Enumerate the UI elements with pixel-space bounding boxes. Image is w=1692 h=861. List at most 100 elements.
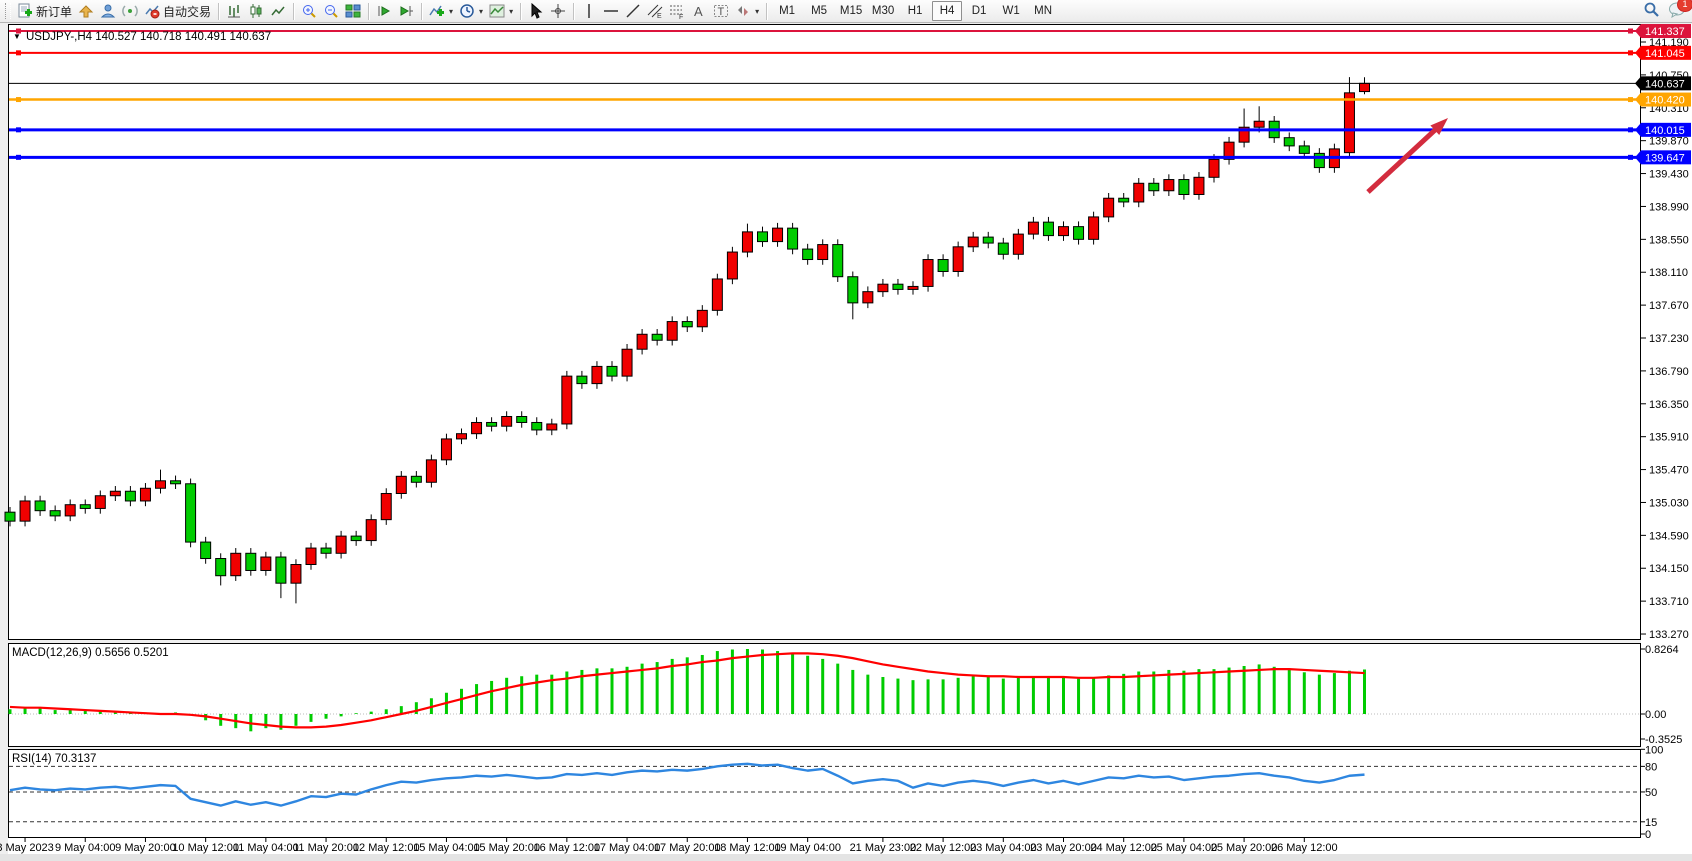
tab-timeframe-m15[interactable]: M15 bbox=[836, 1, 866, 21]
zoom-out-button[interactable] bbox=[320, 1, 342, 21]
arrows-button[interactable]: ▾ bbox=[732, 1, 762, 21]
signals-button[interactable] bbox=[119, 1, 141, 21]
chat-icon[interactable]: 1 bbox=[1668, 2, 1686, 21]
candle-body bbox=[231, 553, 241, 575]
auto-scroll-button[interactable] bbox=[373, 1, 395, 21]
candle-body bbox=[336, 536, 346, 553]
crosshair-button[interactable] bbox=[547, 1, 569, 21]
price-tick-label: 138.550 bbox=[1649, 234, 1689, 246]
toolbar-separator bbox=[218, 3, 219, 20]
line-handle bbox=[16, 155, 21, 160]
candle-body bbox=[592, 366, 602, 383]
candle-body bbox=[1043, 222, 1053, 235]
candle-body bbox=[1254, 121, 1264, 127]
candle-body bbox=[938, 260, 948, 272]
market-watch-button[interactable] bbox=[75, 1, 97, 21]
candle-body bbox=[848, 277, 858, 303]
indicators-button[interactable]: ▾ bbox=[426, 1, 456, 21]
search-icon[interactable] bbox=[1643, 1, 1660, 21]
price-badge-label: 141.045 bbox=[1645, 48, 1685, 60]
toolbar-separator bbox=[573, 3, 574, 20]
svg-text:E: E bbox=[657, 13, 662, 19]
horizontal-line-button[interactable] bbox=[600, 1, 622, 21]
tab-timeframe-h4[interactable]: H4 bbox=[932, 1, 962, 21]
candle-body bbox=[261, 557, 271, 570]
templates-button[interactable]: ▾ bbox=[486, 1, 516, 21]
templates-icon bbox=[489, 3, 505, 19]
community-button[interactable] bbox=[97, 1, 119, 21]
autotrade-button[interactable]: 自动交易 bbox=[141, 1, 214, 21]
bar-chart-button[interactable] bbox=[223, 1, 245, 21]
candle-body bbox=[968, 237, 978, 247]
candle-body bbox=[50, 511, 60, 516]
fibonacci-button[interactable]: F bbox=[666, 1, 688, 21]
text-label-button[interactable]: T bbox=[710, 1, 732, 21]
price-chart[interactable]: 141.190140.750140.310139.870139.430138.9… bbox=[0, 23, 1692, 861]
candle-body bbox=[1059, 227, 1069, 236]
candle-body bbox=[381, 493, 391, 519]
candle-body bbox=[246, 553, 256, 570]
date-label: 9 May 04:00 bbox=[55, 842, 116, 854]
candle-body bbox=[878, 284, 888, 291]
tab-timeframe-d1[interactable]: D1 bbox=[964, 1, 994, 21]
new-order-button[interactable]: 新订单 bbox=[14, 1, 75, 21]
candle-body bbox=[1089, 217, 1099, 239]
date-label: 8 May 2023 bbox=[0, 842, 54, 854]
bar-chart-icon bbox=[226, 3, 242, 19]
candle-body bbox=[457, 434, 467, 439]
candlestick-button[interactable] bbox=[245, 1, 267, 21]
toolbar-separator bbox=[766, 3, 767, 20]
price-tick-label: 133.270 bbox=[1649, 629, 1689, 641]
line-chart-button[interactable] bbox=[267, 1, 289, 21]
chevron-down-icon: ▾ bbox=[509, 7, 513, 16]
price-badge-label: 141.337 bbox=[1645, 26, 1685, 38]
candle-body bbox=[803, 249, 813, 259]
candle-body bbox=[637, 334, 647, 349]
rsi-tick-label: 0 bbox=[1645, 829, 1651, 841]
candle-body bbox=[833, 245, 843, 277]
date-label: 24 May 12:00 bbox=[1090, 842, 1157, 854]
rsi-tick-label: 15 bbox=[1645, 817, 1657, 829]
candle-body bbox=[1028, 222, 1038, 234]
candle-body bbox=[577, 376, 587, 383]
chart-title: USDJPY-,H4 140.527 140.718 140.491 140.6… bbox=[26, 31, 271, 43]
tab-timeframe-w1[interactable]: W1 bbox=[996, 1, 1026, 21]
price-tick-label: 137.230 bbox=[1649, 333, 1689, 345]
candle-body bbox=[758, 232, 768, 242]
arrows-icon bbox=[735, 3, 751, 19]
tab-timeframe-m5[interactable]: M5 bbox=[804, 1, 834, 21]
tile-windows-button[interactable] bbox=[342, 1, 364, 21]
fibonacci-icon: F bbox=[669, 3, 685, 19]
vertical-line-button[interactable] bbox=[578, 1, 600, 21]
toolbar-separator bbox=[520, 3, 521, 20]
equidistant-channel-button[interactable]: E bbox=[644, 1, 666, 21]
zoom-in-icon bbox=[301, 3, 317, 19]
tab-timeframe-m30[interactable]: M30 bbox=[868, 1, 898, 21]
price-tick-label: 138.110 bbox=[1649, 267, 1688, 279]
macd-tick-label: 0.00 bbox=[1645, 709, 1666, 721]
candle-body bbox=[547, 424, 557, 430]
candle-body bbox=[1299, 146, 1309, 153]
text-label-icon: T bbox=[713, 3, 729, 19]
candle-body bbox=[697, 310, 707, 326]
zoom-out-icon bbox=[323, 3, 339, 19]
community-icon bbox=[100, 3, 116, 19]
line-chart-icon bbox=[270, 3, 286, 19]
candle-body bbox=[1104, 198, 1114, 217]
candle-body bbox=[65, 505, 75, 516]
tab-timeframe-m1[interactable]: M1 bbox=[772, 1, 802, 21]
periods-button[interactable]: ▾ bbox=[456, 1, 486, 21]
price-tick-label: 134.590 bbox=[1649, 530, 1689, 542]
tab-timeframe-h1[interactable]: H1 bbox=[900, 1, 930, 21]
trendline-button[interactable] bbox=[622, 1, 644, 21]
chart-shift-button[interactable] bbox=[395, 1, 417, 21]
rsi-pane bbox=[9, 750, 1641, 838]
candle-body bbox=[682, 322, 692, 327]
candle-body bbox=[773, 228, 783, 241]
zoom-in-button[interactable] bbox=[298, 1, 320, 21]
cursor-button[interactable] bbox=[525, 1, 547, 21]
toolbar-separator bbox=[421, 3, 422, 20]
candle-body bbox=[95, 496, 105, 509]
tab-timeframe-mn[interactable]: MN bbox=[1028, 1, 1058, 21]
text-button[interactable]: A bbox=[688, 1, 710, 21]
